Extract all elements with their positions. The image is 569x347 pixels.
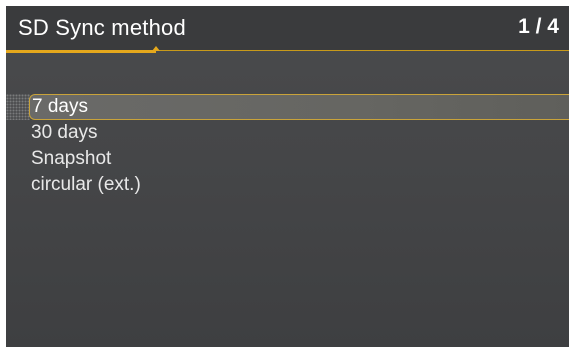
menu-item-snapshot[interactable]: Snapshot: [6, 146, 569, 172]
menu-item-label: 7 days: [32, 96, 88, 117]
menu-screen: SD Sync method 1 / 4 7 days 30 days Snap…: [6, 6, 569, 347]
menu-item-7-days[interactable]: 7 days: [29, 94, 569, 120]
menu-item-label: circular (ext.): [31, 174, 141, 195]
menu-item-label: Snapshot: [31, 148, 112, 169]
page-title: SD Sync method: [18, 15, 186, 40]
menu-item-30-days[interactable]: 30 days: [6, 120, 569, 146]
title-bar: SD Sync method 1 / 4: [6, 6, 569, 53]
page-counter: 1 / 4: [518, 15, 559, 38]
menu-item-circular[interactable]: circular (ext.): [6, 172, 569, 198]
option-list: 7 days 30 days Snapshot circular (ext.): [6, 94, 569, 198]
menu-item-label: 30 days: [31, 122, 98, 143]
progress-indicator: [6, 50, 156, 53]
progress-marker-icon: [152, 46, 160, 51]
